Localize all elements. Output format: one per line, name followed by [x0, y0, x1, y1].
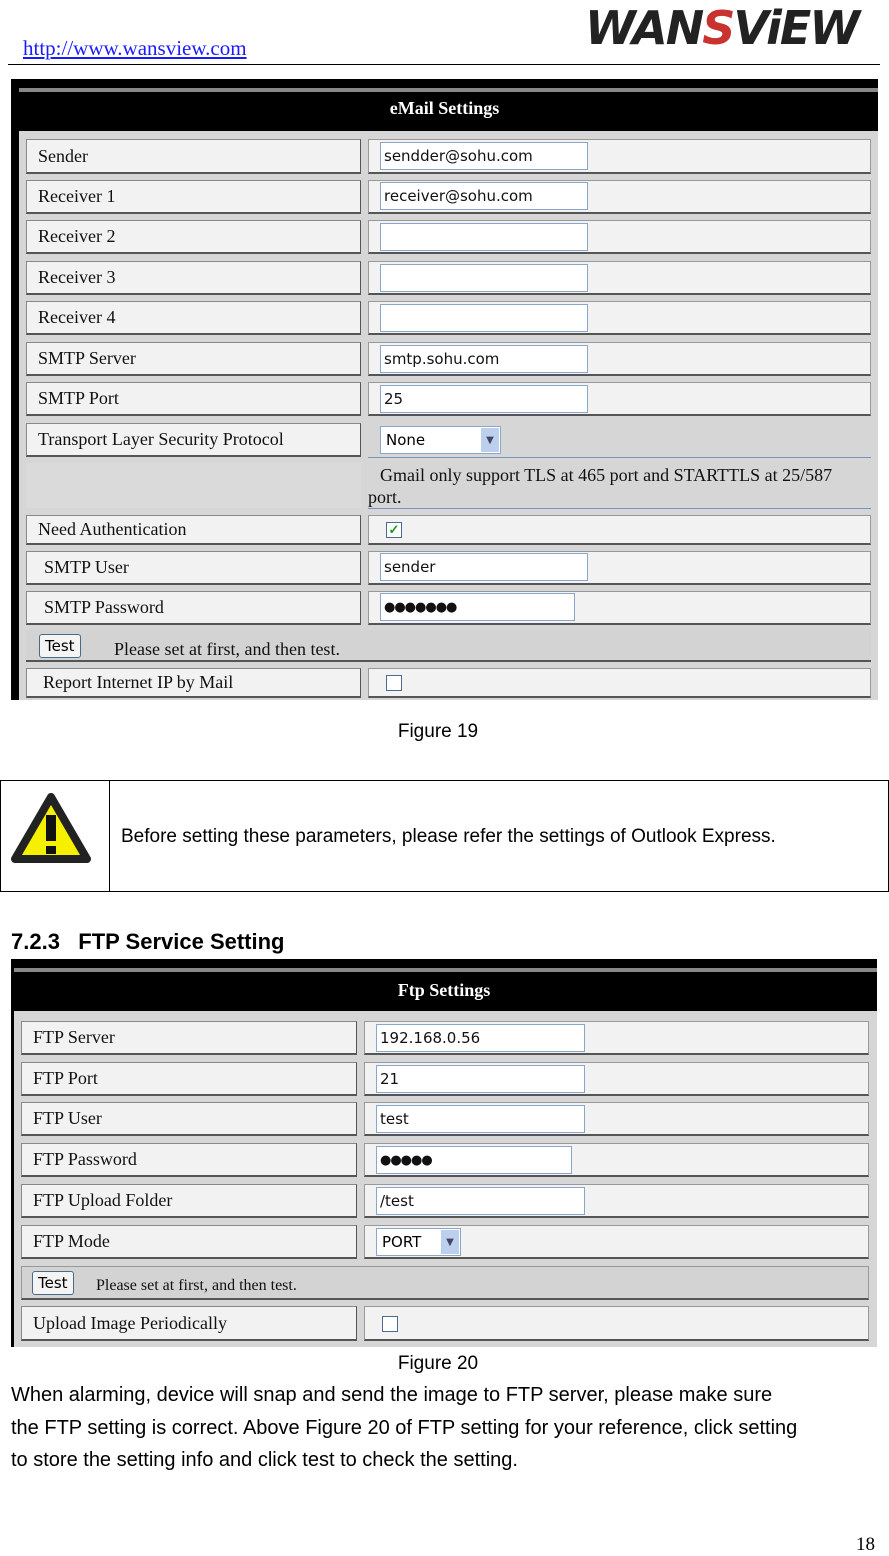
receiver2-label: Receiver 2 [26, 220, 361, 254]
ftp-upload-folder-input[interactable]: /test [376, 1187, 585, 1215]
tls-select[interactable]: None ▼ [380, 426, 501, 454]
receiver4-label: Receiver 4 [26, 301, 361, 335]
ftp-server-label: FTP Server [21, 1021, 357, 1055]
report-ip-cell [368, 668, 871, 698]
wansview-logo: WANSViEW [585, 1, 860, 55]
report-ip-checkbox[interactable] [386, 675, 402, 691]
body-text-line: When alarming, device will snap and send… [11, 1384, 773, 1406]
ftp-user-input[interactable]: test [376, 1105, 585, 1133]
body-text-line: the FTP setting is correct. Above Figure… [11, 1417, 798, 1439]
website-link[interactable]: http://www.wansview.com [23, 36, 247, 61]
receiver1-label: Receiver 1 [26, 180, 361, 214]
warning-icon [11, 793, 91, 863]
sender-input[interactable]: sendder@sohu.com [380, 142, 588, 170]
section-number: 7.2.3 [11, 929, 60, 954]
receiver4-input[interactable] [380, 304, 588, 332]
tls-select-value: None [386, 431, 426, 449]
ftp-password-label: FTP Password [21, 1143, 357, 1177]
upload-periodically-checkbox[interactable] [382, 1316, 398, 1332]
email-test-note: Please set at first, and then test. [114, 639, 340, 659]
section-title: FTP Service Setting [78, 929, 285, 954]
chevron-down-icon: ▼ [441, 1230, 459, 1254]
ftp-upload-folder-label: FTP Upload Folder [21, 1184, 357, 1218]
upload-periodically-cell [364, 1306, 869, 1341]
ftp-mode-select[interactable]: PORT ▼ [376, 1228, 461, 1256]
need-auth-label: Need Authentication [26, 515, 361, 545]
ftp-settings-title: Ftp Settings [397, 980, 491, 1000]
email-settings-title: eMail Settings [389, 98, 500, 118]
smtp-server-label: SMTP Server [26, 342, 361, 376]
receiver3-label: Receiver 3 [26, 261, 361, 295]
warning-box: Before setting these parameters, please … [0, 780, 889, 892]
smtp-user-label: SMTP User [26, 551, 361, 585]
upload-periodically-label: Upload Image Periodically [21, 1306, 357, 1341]
tls-label: Transport Layer Security Protocol [26, 423, 361, 457]
smtp-password-input[interactable]: ●●●●●●● [380, 593, 575, 621]
header-divider [8, 64, 880, 65]
chevron-down-icon: ▼ [481, 428, 499, 452]
ftp-port-input[interactable]: 21 [376, 1065, 585, 1093]
ftp-test-note: Please set at first, and then test. [96, 1277, 297, 1294]
need-auth-cell [368, 515, 871, 545]
smtp-port-label: SMTP Port [26, 382, 361, 416]
warning-text: Before setting these parameters, please … [121, 826, 776, 847]
gmail-note-line2: port. [368, 487, 402, 507]
smtp-password-label: SMTP Password [26, 591, 361, 625]
ftp-mode-label: FTP Mode [21, 1225, 357, 1259]
email-test-button[interactable]: Test [39, 634, 81, 658]
receiver1-input[interactable]: receiver@sohu.com [380, 182, 588, 210]
report-ip-label: Report Internet IP by Mail [26, 668, 361, 698]
need-auth-checkbox[interactable]: ✓ [386, 522, 402, 538]
ftp-port-label: FTP Port [21, 1062, 357, 1096]
ftp-user-label: FTP User [21, 1102, 357, 1136]
gmail-note-line1: Gmail only support TLS at 465 port and S… [380, 465, 833, 485]
ftp-password-input[interactable]: ●●●●● [376, 1146, 572, 1174]
smtp-server-input[interactable]: smtp.sohu.com [380, 345, 588, 373]
figure-19-caption: Figure 19 [397, 721, 479, 742]
smtp-user-input[interactable]: sender [380, 553, 588, 581]
figure-20-caption: Figure 20 [397, 1353, 479, 1374]
sender-label: Sender [26, 139, 361, 174]
receiver2-input[interactable] [380, 223, 588, 251]
body-text-line: to store the setting info and click test… [11, 1449, 518, 1471]
smtp-port-input[interactable]: 25 [380, 385, 588, 413]
ftp-mode-value: PORT [382, 1233, 422, 1251]
ftp-test-button[interactable]: Test [32, 1271, 74, 1295]
receiver3-input[interactable] [380, 264, 588, 292]
section-heading: 7.2.3 FTP Service Setting [11, 929, 285, 955]
ftp-server-input[interactable]: 192.168.0.56 [376, 1024, 585, 1052]
